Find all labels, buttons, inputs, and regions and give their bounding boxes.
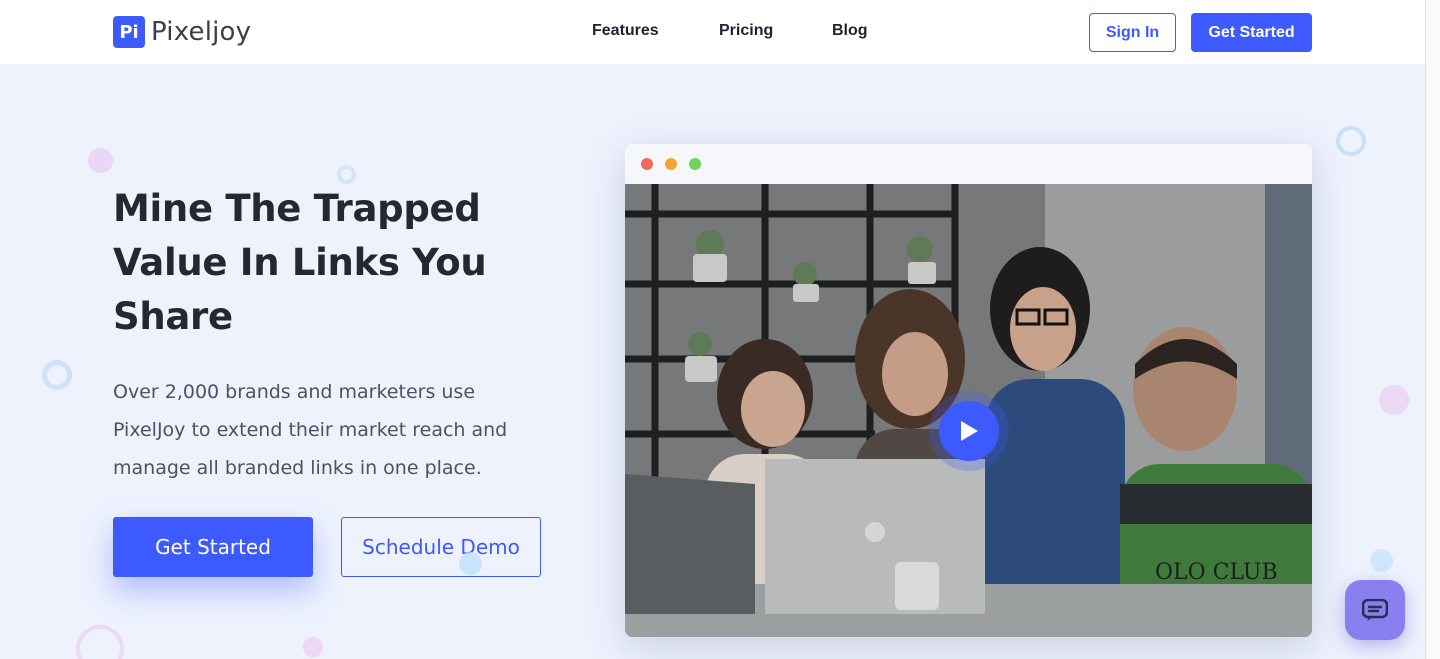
site-header: Pi Pixeljoy Features Pricing Blog Sign I… bbox=[0, 0, 1425, 64]
hero-title: Mine The Trapped Value In Links You Shar… bbox=[113, 187, 487, 338]
hero-get-started-button[interactable]: Get Started bbox=[113, 517, 313, 577]
play-button[interactable] bbox=[939, 401, 999, 461]
nav-item-blog[interactable]: Blog bbox=[832, 22, 868, 40]
browser-bar bbox=[625, 144, 1312, 184]
decorative-circle bbox=[88, 148, 113, 173]
hero-description: Over 2,000 brands and marketers use Pixe… bbox=[113, 381, 508, 479]
window-minimize-dot bbox=[665, 158, 677, 170]
play-icon bbox=[961, 421, 978, 441]
logo-mark: Pi bbox=[113, 16, 145, 48]
decorative-circle bbox=[1379, 385, 1409, 415]
page-scrollbar[interactable] bbox=[1425, 0, 1440, 659]
window-close-dot bbox=[641, 158, 653, 170]
decorative-ring bbox=[1336, 126, 1366, 156]
nav-item-features[interactable]: Features bbox=[592, 22, 659, 40]
decorative-ring bbox=[42, 360, 72, 390]
decorative-circle bbox=[459, 552, 482, 575]
chat-widget-button[interactable] bbox=[1345, 580, 1405, 640]
video-mockup: OLO CLUB bbox=[625, 144, 1312, 637]
window-maximize-dot bbox=[689, 158, 701, 170]
logo-text: Pixeljoy bbox=[151, 17, 252, 47]
video-thumbnail[interactable]: OLO CLUB bbox=[625, 184, 1312, 637]
decorative-ring bbox=[76, 625, 124, 659]
logo[interactable]: Pi Pixeljoy bbox=[113, 16, 251, 48]
decorative-circle bbox=[1370, 549, 1393, 572]
sign-in-button[interactable]: Sign In bbox=[1089, 13, 1176, 52]
svg-text:OLO CLUB: OLO CLUB bbox=[1155, 560, 1278, 585]
nav-item-pricing[interactable]: Pricing bbox=[719, 22, 773, 40]
decorative-circle bbox=[303, 637, 323, 657]
chat-icon bbox=[1362, 599, 1388, 621]
header-get-started-button[interactable]: Get Started bbox=[1191, 13, 1312, 52]
schedule-demo-button[interactable]: Schedule Demo bbox=[341, 517, 541, 577]
